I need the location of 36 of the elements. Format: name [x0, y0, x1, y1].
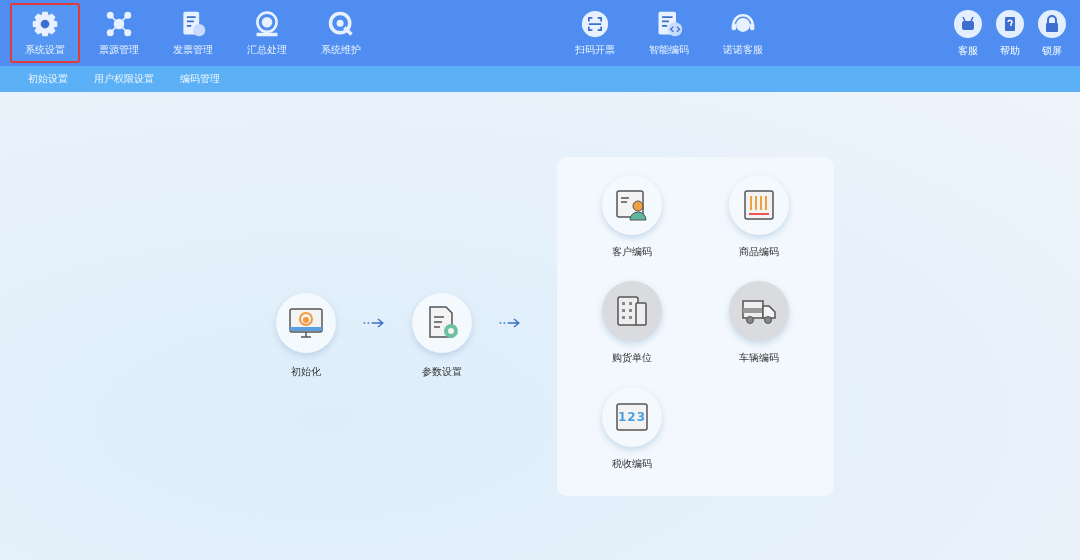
icon-number: 123	[616, 410, 648, 424]
nav-tab[interactable]: 汇总处理	[232, 3, 302, 63]
help-icon	[996, 10, 1024, 38]
nav-tab[interactable]: 系统设置	[10, 3, 80, 63]
subnav-link[interactable]: 编码管理	[180, 72, 220, 86]
step-label: 参数设置	[422, 365, 462, 379]
step-label: 初始化	[291, 365, 321, 379]
toolbar-button[interactable]: 客服	[950, 10, 986, 66]
arrow-icon	[498, 317, 522, 329]
nav-tab[interactable]: 扫码开票	[560, 3, 630, 63]
lock-icon	[1038, 10, 1066, 38]
nav-tab[interactable]: 发票管理	[158, 3, 228, 63]
coding-button[interactable]: 123	[602, 387, 662, 447]
coding-label: 客户编码	[612, 245, 652, 259]
toolbar-button[interactable]: 帮助	[992, 10, 1028, 66]
coding-button[interactable]	[729, 175, 789, 235]
coding-label: 车辆编码	[739, 351, 779, 365]
nav-tab[interactable]: 系统维护	[306, 3, 376, 63]
gear-icon	[31, 9, 59, 38]
robot-icon	[954, 10, 982, 38]
subnav-link[interactable]: 初始设置	[28, 72, 68, 86]
coding-label: 购货单位	[612, 351, 652, 365]
nav-tab[interactable]: 诺诺客服	[708, 3, 778, 63]
arrow-icon	[362, 317, 386, 329]
step-button[interactable]	[276, 293, 336, 353]
coding-button[interactable]	[602, 175, 662, 235]
scan-icon	[581, 9, 609, 38]
coding-label: 商品编码	[739, 245, 779, 259]
step-button[interactable]	[412, 293, 472, 353]
coding-label: 税收编码	[612, 457, 652, 471]
network-icon	[105, 9, 133, 38]
subnav-link[interactable]: 用户权限设置	[94, 72, 154, 86]
code-document-icon	[655, 9, 683, 38]
nav-tab[interactable]: 票源管理	[84, 3, 154, 63]
nav-tab[interactable]: 智能编码	[634, 3, 704, 63]
toolbar-button[interactable]: 锁屏	[1034, 10, 1070, 66]
